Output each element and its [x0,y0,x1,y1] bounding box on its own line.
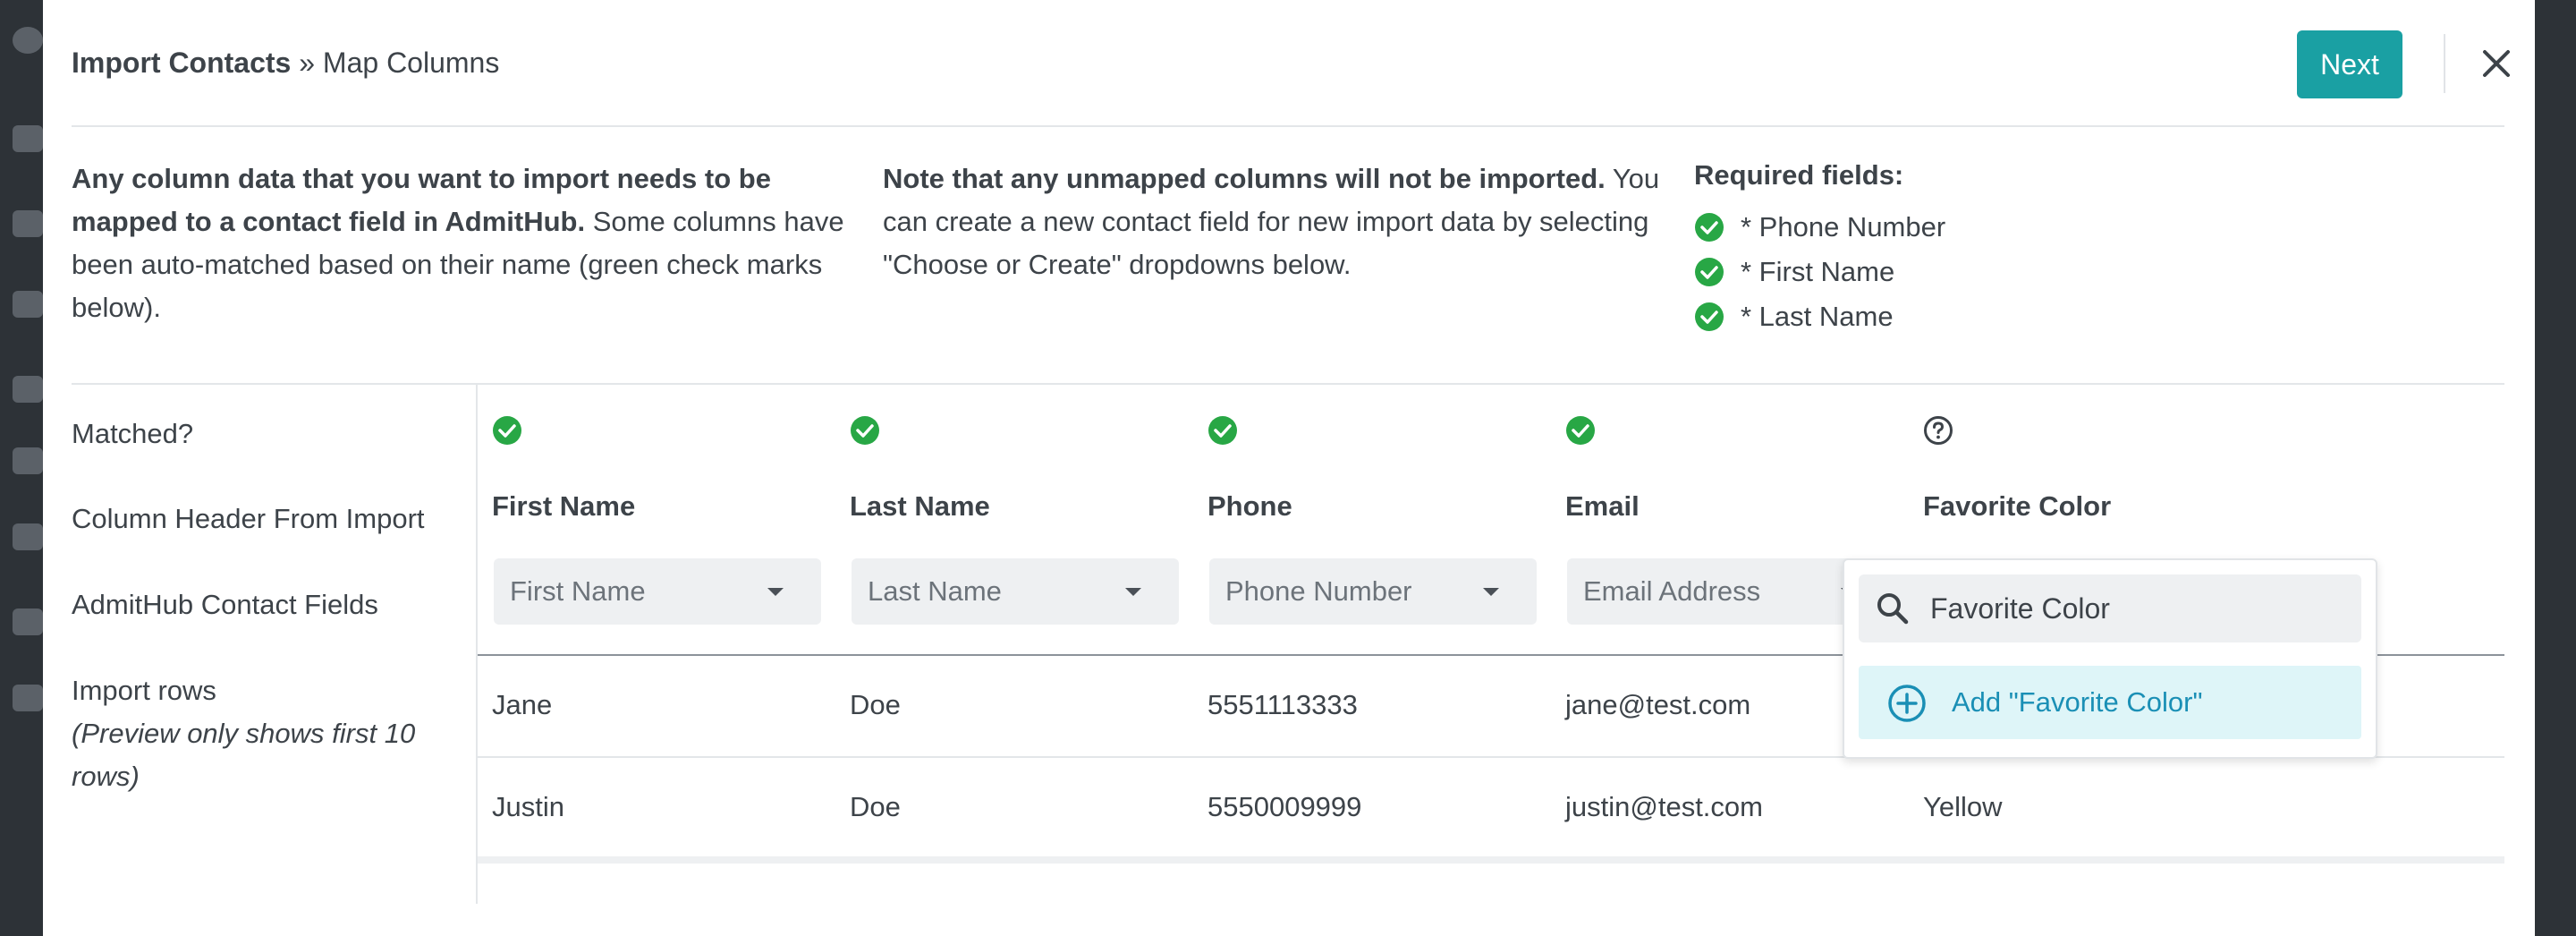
close-icon [2483,50,2510,77]
import-contacts-modal: Import Contacts » Map Columns Next Any c… [43,0,2535,936]
select-value: Phone Number [1225,575,1412,607]
dropdown-search-input[interactable] [1930,587,2342,630]
matched-check-icon [851,416,879,445]
nav-icon [13,523,43,550]
required-field-item: * First Name [1694,252,1894,292]
check-circle-icon [1695,213,1724,242]
table-cell: justin@test.com [1565,791,1763,822]
instructions-mapping: Any column data that you want to import … [72,157,868,329]
next-button[interactable]: Next [2297,30,2402,98]
matched-check-icon [1566,416,1595,445]
required-field-item: * Last Name [1694,297,1894,336]
caret-down-icon [1483,588,1499,596]
required-field-label: * Last Name [1741,301,1894,332]
title-breadcrumb: » Map Columns [291,47,500,79]
label-matched: Matched? [72,418,194,449]
import-rows-title: Import rows [72,675,216,706]
table-cell: Jane [492,689,553,720]
dropdown-search [1859,574,2361,642]
modal-title: Import Contacts » Map Columns [72,45,499,81]
add-field-option[interactable]: Add "Favorite Color" [1859,666,2361,739]
app-logo-icon [13,27,43,54]
label-import-rows: Import rows (Preview only shows first 10… [72,669,456,798]
matched-check-icon [1208,416,1237,445]
table-cell: 5550009999 [1208,791,1362,822]
table-cell: 5551113333 [1208,689,1358,720]
column-header: Favorite Color [1923,490,2112,522]
add-field-label: Add "Favorite Color" [1952,686,2203,718]
contact-field-select[interactable]: First Name [494,558,821,625]
nav-icon [13,291,43,318]
select-value: Email Address [1583,575,1761,607]
search-icon [1877,593,1909,625]
header-separator [72,125,2504,127]
check-circle-icon [1695,302,1724,331]
caret-down-icon [1125,588,1141,596]
column-header: Last Name [850,490,990,522]
select-value: First Name [510,575,646,607]
column-header: Email [1565,490,1640,522]
matched-check-icon [493,416,521,445]
instructions-unmapped-bold: Note that any unmapped columns will not … [883,163,1606,194]
nav-icon [13,125,43,152]
section-separator [72,383,2504,385]
header-divider [2444,34,2445,93]
nav-icon [13,447,43,474]
caret-down-icon [767,588,784,596]
check-circle-icon [1695,258,1724,286]
table-scrollbar[interactable] [478,856,2504,864]
table-cell: Justin [492,791,564,822]
select-value: Last Name [868,575,1002,607]
nav-icon [13,685,43,711]
table-cell: Doe [850,689,901,720]
required-field-label: * Phone Number [1741,211,1946,243]
labels-divider [476,385,478,904]
background-sidebar [0,0,43,936]
plus-circle-icon [1888,685,1926,722]
nav-icon [13,210,43,237]
contact-field-select[interactable]: Phone Number [1209,558,1537,625]
required-field-label: * First Name [1741,256,1895,287]
background-overlay [2535,0,2576,936]
title-main: Import Contacts [72,47,292,79]
close-button[interactable] [2476,43,2517,84]
label-column-header: Column Header From Import [72,503,425,534]
import-rows-note: (Preview only shows first 10 rows) [72,718,416,792]
nav-icon [13,608,43,635]
column-header: First Name [492,490,636,522]
label-contact-fields: AdmitHub Contact Fields [72,589,378,620]
choose-or-create-dropdown: Add "Favorite Color" [1843,558,2377,759]
table-cell: Doe [850,791,901,822]
table-cell: jane@test.com [1565,689,1751,720]
required-field-item: * Phone Number [1694,208,1945,247]
help-circle-icon [1924,416,1953,445]
table-cell: Yellow [1923,791,2003,822]
column-header: Phone [1208,490,1292,522]
required-fields-title: Required fields: [1694,159,1904,191]
contact-field-select[interactable]: Last Name [852,558,1179,625]
nav-icon [13,376,43,403]
instructions-unmapped: Note that any unmapped columns will not … [883,157,1688,286]
